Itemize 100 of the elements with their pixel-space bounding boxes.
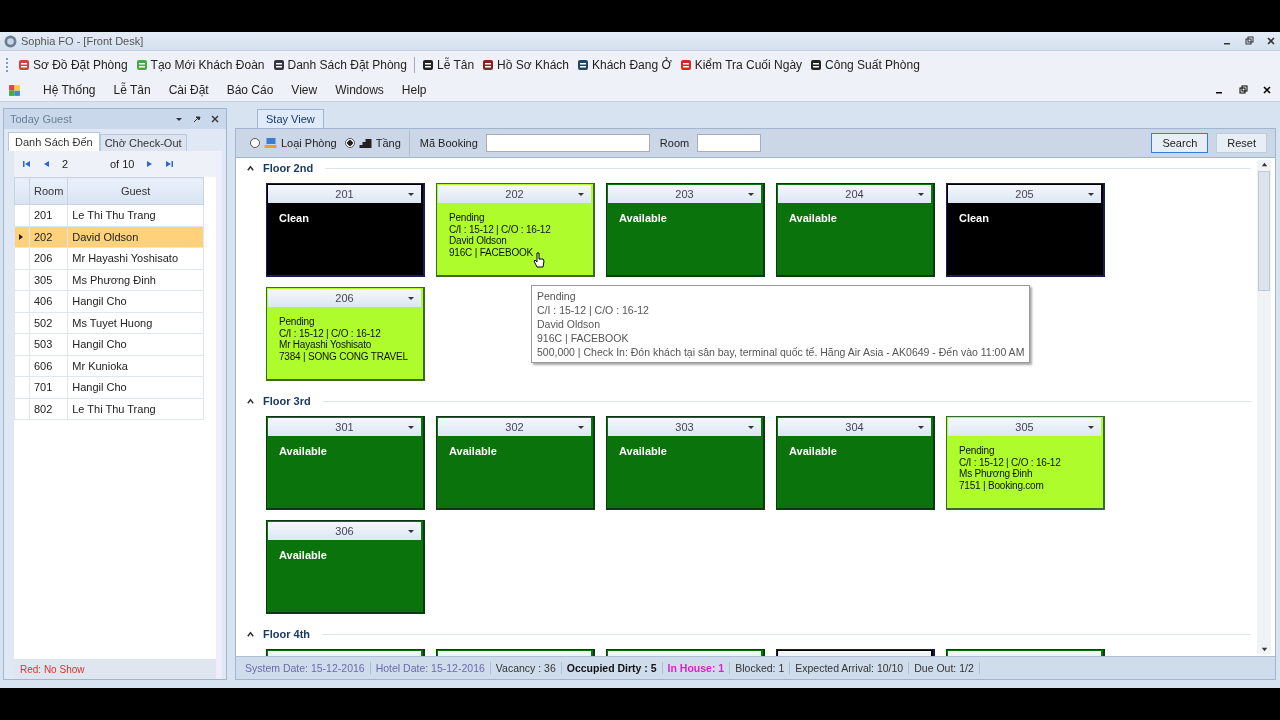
room-card[interactable]: 306 Available [266, 520, 425, 614]
last-page-icon[interactable] [164, 159, 175, 169]
room-status-text: Pending [959, 445, 996, 457]
window-title: Sophia FO - [Front Desk] [21, 35, 144, 47]
column-header[interactable]: Guest [67, 177, 204, 205]
toolbar-button[interactable]: Kiểm Tra Cuối Ngày [675, 56, 807, 74]
toolbar-button[interactable]: Sơ Đồ Đặt Phòng [14, 56, 132, 74]
column-header[interactable]: Room [29, 177, 68, 205]
close-icon[interactable] [210, 114, 220, 124]
pin-icon[interactable] [192, 114, 202, 124]
table-cell: 305 [29, 269, 68, 291]
scroll-up-icon[interactable] [1259, 160, 1269, 169]
dropdown-icon[interactable] [747, 423, 755, 431]
room-status-text: 916C | FACEBOOK [449, 246, 535, 258]
previous-page-icon[interactable] [42, 159, 52, 169]
room-status-text: Available [619, 445, 668, 457]
toolbar-button[interactable]: Danh Sách Đặt Phòng [268, 56, 411, 74]
radio-button[interactable] [344, 138, 355, 148]
field-label: Mã Booking [419, 137, 478, 149]
tooltip-text: 916C | FACEBOOK [537, 331, 630, 345]
dropdown-icon[interactable] [577, 423, 585, 431]
collapse-icon[interactable] [246, 629, 255, 639]
view-tab[interactable]: Stay View [257, 109, 324, 128]
room-number: 204 [845, 188, 864, 200]
panel-tab[interactable]: Danh Sách Đến [8, 132, 100, 151]
toolbar-button[interactable]: Tạo Mới Khách Đoàn [131, 56, 269, 74]
dropdown-icon[interactable] [1087, 423, 1095, 431]
booking-field[interactable] [485, 134, 650, 152]
status-text: Hotel Date: 15-12-2016 [370, 662, 491, 674]
app-menu-icon[interactable] [8, 83, 21, 97]
scrollbar[interactable] [1257, 160, 1271, 654]
status-text: System Date: 15-12-2016 [240, 662, 371, 674]
toolbar-icon [272, 59, 285, 71]
room-field[interactable] [697, 134, 762, 152]
toolbar-button[interactable]: Lễ Tân [417, 56, 479, 74]
table-cell: 201 [29, 204, 68, 226]
room-card[interactable]: 303 Available [606, 416, 765, 510]
room-card[interactable]: 206 Pending C/I : 15-12 | C/O : 16-12 Mr Hayashi Yoshisato 7384 | SONG CONG TRAVEL [266, 287, 425, 381]
room-card[interactable]: 301 Available [266, 416, 425, 510]
table-cell: Hangil Cho [67, 376, 204, 398]
toolbar-button[interactable]: Công Suất Phòng [806, 56, 924, 74]
restore-icon[interactable] [1244, 36, 1254, 46]
menu-item[interactable]: Báo Cáo [218, 83, 284, 97]
close-icon[interactable] [1266, 36, 1276, 46]
room-card[interactable]: 302 Available [436, 416, 595, 510]
dropdown-icon[interactable] [577, 190, 585, 198]
room-type-icon [263, 137, 278, 149]
dropdown-icon[interactable] [1087, 190, 1095, 198]
dropdown-icon[interactable] [917, 190, 925, 198]
legend-text: Red: No Show [20, 663, 85, 675]
table-cell: Mr Hayashi Yoshisato [67, 247, 204, 269]
room-card[interactable]: 205 Clean [946, 183, 1105, 277]
table-cell: Ms Tuyet Huong [67, 312, 204, 334]
room-card[interactable]: 201 Clean [266, 183, 425, 277]
scroll-down-icon[interactable] [1259, 645, 1269, 654]
radio-label: Loại Phòng [281, 137, 337, 149]
menu-item[interactable]: Windows [327, 83, 394, 97]
collapse-icon[interactable] [246, 396, 255, 406]
menu-item[interactable]: Cài Đặt [160, 83, 219, 97]
collapse-icon[interactable] [246, 163, 255, 173]
first-page-icon[interactable] [22, 159, 32, 169]
dropdown-icon[interactable] [407, 423, 415, 431]
scrollbar-thumb[interactable] [1258, 171, 1270, 291]
menu-item[interactable]: Lễ Tân [105, 83, 161, 97]
room-status-text: Mr Hayashi Yoshisato [279, 339, 373, 351]
dropdown-icon[interactable] [747, 190, 755, 198]
close-icon[interactable] [1262, 85, 1272, 95]
search-button[interactable]: Search [1151, 133, 1209, 153]
toolbar-button[interactable]: Hồ Sơ Khách [478, 56, 573, 74]
dropdown-icon[interactable] [917, 423, 925, 431]
table-cell: Ms Phương Đinh [67, 269, 204, 291]
dropdown-icon[interactable] [407, 294, 415, 302]
room-card[interactable]: 203 Available [606, 183, 765, 277]
app-logo-icon [4, 34, 17, 48]
restore-icon[interactable] [1238, 85, 1248, 95]
room-status-text: Available [279, 445, 328, 457]
room-card[interactable]: 305 Pending C/I : 15-12 | C/O : 16-12 Ms Phương Đinh 7151 | Booking.com [946, 416, 1105, 510]
room-card[interactable]: 202 Pending C/I : 15-12 | C/O : 16-12 David Oldson 916C | FACEBOOK [436, 183, 595, 277]
menu-item[interactable]: Hệ Thống [35, 83, 106, 97]
reset-button[interactable]: Reset [1216, 133, 1267, 153]
toolbar-button[interactable]: Khách Đang Ở [573, 56, 676, 74]
room-number: 306 [335, 525, 354, 537]
status-text: Expected Arrival: 10/10 [790, 662, 910, 674]
menu-item[interactable]: Help [393, 83, 437, 97]
room-status-text: C/I : 15-12 | C/O : 16-12 [959, 456, 1062, 468]
radio-button[interactable] [250, 138, 260, 148]
panel-tab[interactable]: Chờ Check-Out [99, 134, 187, 151]
room-status-text: Pending [279, 316, 316, 328]
dropdown-icon[interactable] [407, 527, 415, 535]
room-status-text: Available [279, 549, 328, 561]
radio-label: Tầng [375, 137, 401, 149]
room-card[interactable]: 204 Available [776, 183, 935, 277]
room-card[interactable]: 304 Available [776, 416, 935, 510]
dropdown-icon[interactable] [407, 190, 415, 198]
room-status-text: Clean [959, 212, 990, 224]
menu-item[interactable]: View [283, 83, 328, 97]
room-number: 303 [675, 421, 694, 433]
page-number-field[interactable]: 2 [62, 158, 100, 170]
floor-title: Floor 2nd [263, 162, 314, 174]
toolbar-icon [421, 59, 434, 71]
